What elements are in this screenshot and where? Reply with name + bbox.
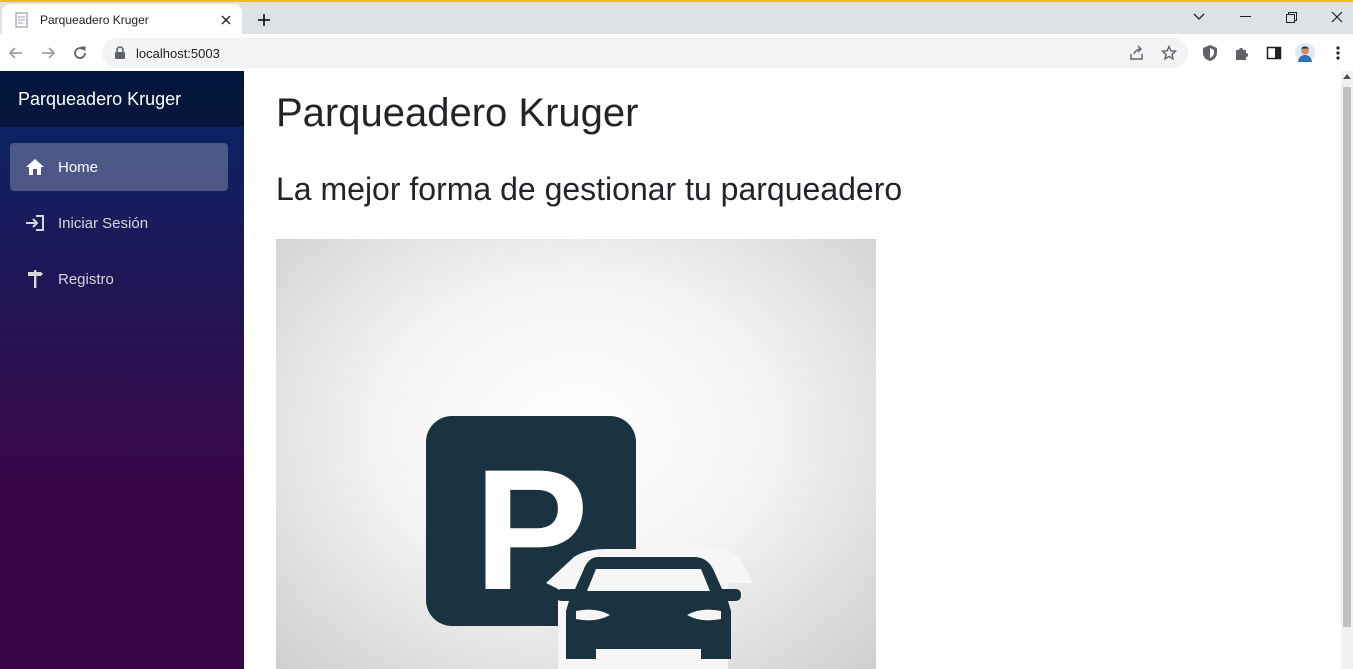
- page-scrollbar[interactable]: [1341, 71, 1353, 669]
- bookmark-star-icon[interactable]: [1160, 44, 1178, 62]
- browser-toolbar: localhost:5003: [0, 34, 1353, 71]
- browser-menu-icon[interactable]: [1328, 43, 1348, 63]
- close-tab-icon[interactable]: [216, 10, 236, 30]
- sidebar: Parqueadero Kruger Home Iniciar Sesión R…: [0, 71, 244, 669]
- brand-title[interactable]: Parqueadero Kruger: [18, 89, 181, 110]
- profile-avatar[interactable]: [1295, 43, 1315, 63]
- close-window-icon[interactable]: [1314, 4, 1353, 30]
- address-bar[interactable]: localhost:5003: [102, 38, 1188, 68]
- sidebar-item-label: Registro: [58, 270, 114, 288]
- signpost-icon: [24, 268, 46, 290]
- lock-icon: [114, 46, 126, 60]
- back-icon[interactable]: [3, 40, 29, 66]
- brand-bar: Parqueadero Kruger: [0, 71, 244, 127]
- minimize-icon[interactable]: [1222, 4, 1268, 30]
- tab-strip: Parqueadero Kruger: [0, 2, 1353, 36]
- sidebar-item-label: Iniciar Sesión: [58, 214, 149, 232]
- hero-image: P: [276, 239, 876, 669]
- url-text: localhost:5003: [136, 45, 220, 61]
- reload-icon[interactable]: [67, 40, 93, 66]
- shield-extension-icon[interactable]: [1200, 43, 1220, 63]
- parking-car-icon: P: [426, 416, 752, 669]
- scrollbar-thumb[interactable]: [1343, 87, 1351, 627]
- browser-tab[interactable]: Parqueadero Kruger: [2, 4, 242, 36]
- page-favicon-icon: [14, 12, 30, 28]
- main-content: Parqueadero Kruger La mejor forma de ges…: [244, 71, 1341, 669]
- tab-title: Parqueadero Kruger: [40, 13, 149, 27]
- sidebar-nav: Home Iniciar Sesión Registro: [0, 127, 244, 303]
- extensions-puzzle-icon[interactable]: [1232, 43, 1252, 63]
- browser-chrome: Parqueadero Kruger localhost:5003: [0, 0, 1353, 72]
- sidebar-item-label: Home: [58, 158, 99, 176]
- side-panel-icon[interactable]: [1264, 43, 1284, 63]
- page-subtitle: La mejor forma de gestionar tu parqueade…: [276, 171, 903, 207]
- forward-icon[interactable]: [35, 40, 61, 66]
- sidebar-item-home[interactable]: Home: [10, 143, 228, 191]
- home-icon: [24, 156, 46, 178]
- tab-search-icon[interactable]: [1176, 4, 1222, 30]
- sidebar-item-iniciar-sesion[interactable]: Iniciar Sesión: [10, 199, 228, 247]
- sign-in-icon: [24, 212, 46, 234]
- restore-icon[interactable]: [1268, 4, 1314, 30]
- new-tab-icon[interactable]: [252, 8, 276, 32]
- share-icon[interactable]: [1128, 44, 1146, 62]
- scroll-up-arrow-icon[interactable]: [1343, 74, 1351, 79]
- page-title: Parqueadero Kruger: [276, 91, 639, 135]
- sidebar-item-registro[interactable]: Registro: [10, 255, 228, 303]
